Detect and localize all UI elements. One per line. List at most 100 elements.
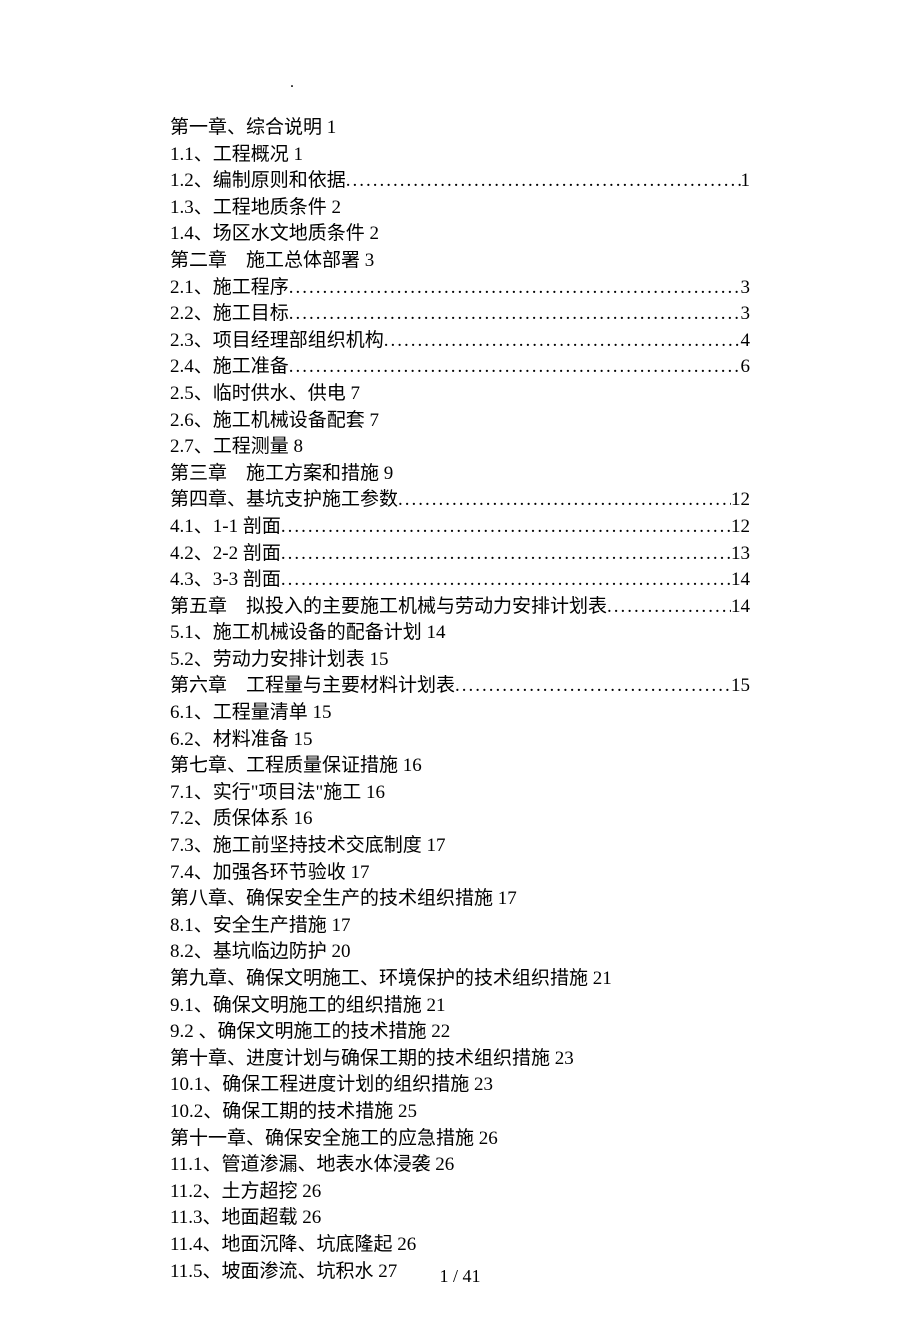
toc-leader-dots [281,541,731,568]
toc-entry-label: 11.1、管道渗漏、地表水体浸袭 26 [170,1152,454,1179]
toc-entry-label: 7.1、实行"项目法"施工 16 [170,780,385,807]
toc-entry-page: 4 [741,328,751,355]
toc-entry: 8.1、安全生产措施 17 [170,913,750,940]
toc-entry: 2.1、施工程序3 [170,275,750,302]
toc-entry: 9.1、确保文明施工的组织措施 21 [170,993,750,1020]
toc-entry-label: 11.3、地面超载 26 [170,1205,321,1232]
toc-entry-label: 7.4、加强各环节验收 17 [170,860,370,887]
table-of-contents: 第一章、综合说明 11.1、工程概况 11.2、编制原则和依据 1 1.3、工程地质… [170,115,750,1285]
toc-leader-dots [455,673,731,700]
toc-entry: 6.1、工程量清单 15 [170,700,750,727]
document-page: . 第一章、综合说明 11.1、工程概况 11.2、编制原则和依据11.3、工程… [0,0,920,1325]
toc-entry: 1.2、编制原则和依据 1 [170,168,750,195]
toc-entry: 11.1、管道渗漏、地表水体浸袭 26 [170,1152,750,1179]
toc-entry-label: 第十章、进度计划与确保工期的技术组织措施 23 [170,1046,574,1073]
toc-entry: 7.4、加强各环节验收 17 [170,860,750,887]
toc-entry-page: 6 [741,354,751,381]
toc-entry-label: 9.1、确保文明施工的组织措施 21 [170,993,446,1020]
toc-entry-label: 6.1、工程量清单 15 [170,700,332,727]
toc-entry: 第九章、确保文明施工、环境保护的技术组织措施 21 [170,966,750,993]
toc-entry-label: 9.2 、确保文明施工的技术措施 22 [170,1019,450,1046]
toc-entry-page: 3 [741,301,751,328]
toc-leader-dots [607,594,731,621]
toc-entry-label: 2.4、施工准备 [170,354,289,381]
toc-leader-dots [281,514,731,541]
toc-entry: 第八章、确保安全生产的技术组织措施 17 [170,886,750,913]
toc-entry: 6.2、材料准备 15 [170,727,750,754]
toc-leader-dots [346,168,741,195]
toc-entry-label: 第三章 施工方案和措施 9 [170,461,393,488]
toc-entry-label: 2.7、工程测量 8 [170,434,303,461]
toc-entry: 第七章、工程质量保证措施 16 [170,753,750,780]
toc-entry: 第三章 施工方案和措施 9 [170,461,750,488]
toc-entry-label: 4.2、2-2 剖面 [170,541,281,568]
toc-entry: 2.7、工程测量 8 [170,434,750,461]
toc-entry-label: 2.6、施工机械设备配套 7 [170,408,379,435]
toc-entry: 10.2、确保工期的技术措施 25 [170,1099,750,1126]
toc-entry-label: 4.3、3-3 剖面 [170,567,281,594]
toc-entry-page: 12 [731,487,750,514]
toc-leader-dots [384,328,741,355]
toc-entry: 1.1、工程概况 1 [170,142,750,169]
toc-entry-page: 14 [731,594,750,621]
toc-entry-page: 13 [731,541,750,568]
toc-entry-label: 7.3、施工前坚持技术交底制度 17 [170,833,446,860]
toc-entry-label: 1.2、编制原则和依据 [170,168,346,195]
toc-entry: 第五章 拟投入的主要施工机械与劳动力安排计划表 14 [170,594,750,621]
toc-entry-label: 1.1、工程概况 1 [170,142,303,169]
toc-entry-label: 第九章、确保文明施工、环境保护的技术组织措施 21 [170,966,612,993]
toc-entry-label: 1.4、场区水文地质条件 2 [170,221,379,248]
toc-entry: 7.1、实行"项目法"施工 16 [170,780,750,807]
toc-entry-label: 第一章、综合说明 1 [170,115,336,142]
toc-entry-label: 4.1、1-1 剖面 [170,514,281,541]
toc-entry-label: 8.2、基坑临边防护 20 [170,939,351,966]
toc-entry: 7.3、施工前坚持技术交底制度 17 [170,833,750,860]
toc-entry-page: 14 [731,567,750,594]
toc-entry-label: 2.1、施工程序 [170,275,289,302]
toc-entry: 第四章、基坑支护施工参数 12 [170,487,750,514]
toc-entry-label: 第八章、确保安全生产的技术组织措施 17 [170,886,517,913]
toc-entry-label: 11.4、地面沉降、坑底隆起 26 [170,1232,416,1259]
toc-entry: 11.4、地面沉降、坑底隆起 26 [170,1232,750,1259]
toc-entry: 2.2、施工目标3 [170,301,750,328]
toc-entry: 第二章 施工总体部署 3 [170,248,750,275]
toc-entry: 1.4、场区水文地质条件 2 [170,221,750,248]
toc-entry: 第十章、进度计划与确保工期的技术组织措施 23 [170,1046,750,1073]
toc-entry: 第一章、综合说明 1 [170,115,750,142]
toc-entry: 4.3、3-3 剖面 14 [170,567,750,594]
toc-entry-label: 第五章 拟投入的主要施工机械与劳动力安排计划表 [170,594,607,621]
toc-entry-label: 6.2、材料准备 15 [170,727,313,754]
toc-entry-label: 7.2、质保体系 16 [170,806,313,833]
toc-entry-label: 5.2、劳动力安排计划表 15 [170,647,389,674]
toc-entry-label: 2.5、临时供水、供电 7 [170,381,360,408]
toc-entry: 第十一章、确保安全施工的应急措施 26 [170,1126,750,1153]
toc-leader-dots [289,301,741,328]
toc-entry: 11.3、地面超载 26 [170,1205,750,1232]
toc-leader-dots [398,487,731,514]
toc-entry: 8.2、基坑临边防护 20 [170,939,750,966]
toc-entry-label: 11.2、土方超挖 26 [170,1179,321,1206]
toc-entry: 第六章 工程量与主要材料计划表15 [170,673,750,700]
toc-leader-dots [289,275,741,302]
toc-entry-label: 第十一章、确保安全施工的应急措施 26 [170,1126,498,1153]
toc-entry-label: 1.3、工程地质条件 2 [170,195,341,222]
toc-entry: 2.4、施工准备 6 [170,354,750,381]
toc-leader-dots [289,354,741,381]
toc-entry-label: 2.3、项目经理部组织机构 [170,328,384,355]
toc-entry: 4.1、1-1 剖面 12 [170,514,750,541]
toc-entry: 5.2、劳动力安排计划表 15 [170,647,750,674]
toc-entry-label: 第二章 施工总体部署 3 [170,248,374,275]
toc-entry: 7.2、质保体系 16 [170,806,750,833]
toc-entry-label: 5.1、施工机械设备的配备计划 14 [170,620,446,647]
toc-entry: 9.2 、确保文明施工的技术措施 22 [170,1019,750,1046]
toc-entry: 4.2、2-2 剖面 13 [170,541,750,568]
toc-entry-label: 第四章、基坑支护施工参数 [170,487,398,514]
toc-entry: 1.3、工程地质条件 2 [170,195,750,222]
toc-entry-page: 1 [741,168,751,195]
toc-entry-page: 12 [731,514,750,541]
toc-entry-label: 10.2、确保工期的技术措施 25 [170,1099,417,1126]
toc-entry: 2.6、施工机械设备配套 7 [170,408,750,435]
toc-entry-label: 第七章、工程质量保证措施 16 [170,753,422,780]
toc-entry: 10.1、确保工程进度计划的组织措施 23 [170,1072,750,1099]
toc-entry: 2.3、项目经理部组织机构 4 [170,328,750,355]
